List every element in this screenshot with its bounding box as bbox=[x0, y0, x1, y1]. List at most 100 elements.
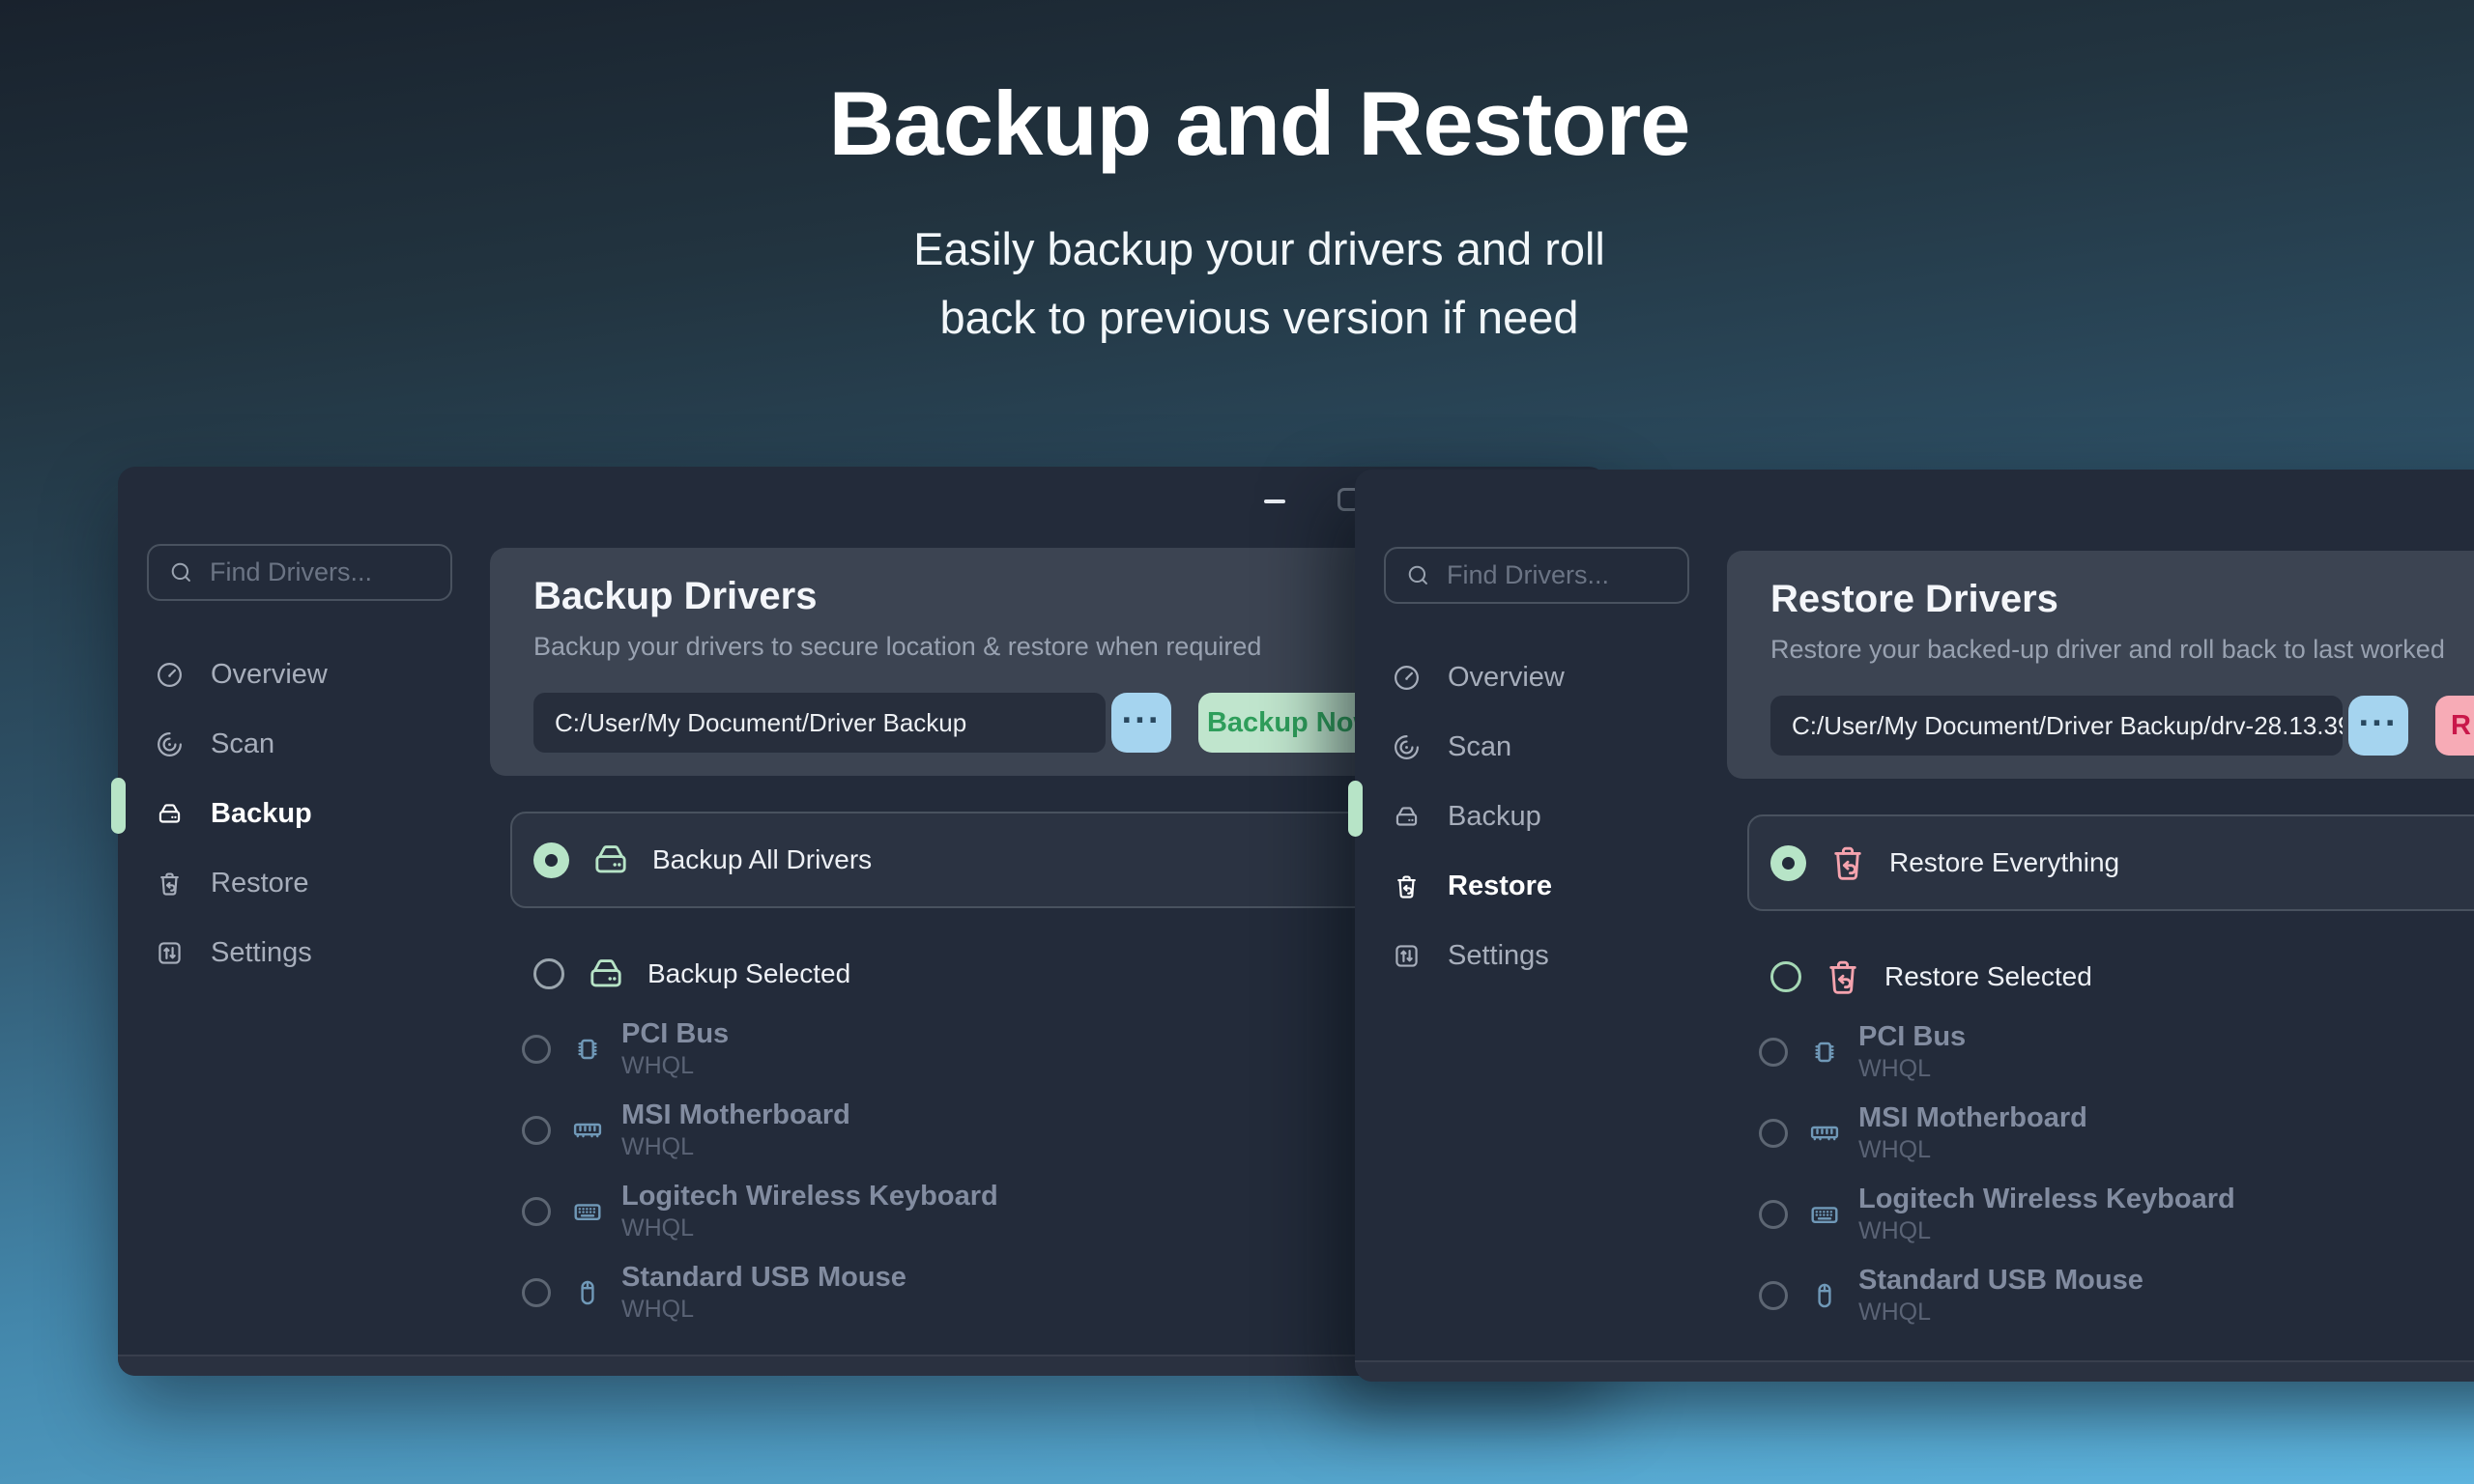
device-name: PCI Bus bbox=[621, 1018, 729, 1049]
restore-panel: Restore Drivers Restore your backed-up d… bbox=[1727, 551, 2474, 779]
sidebar-item-label: Scan bbox=[211, 728, 274, 760]
option-label: Restore Selected bbox=[1884, 961, 2092, 992]
device-cert: WHQL bbox=[621, 1214, 998, 1242]
sidebar-item-label: Overview bbox=[1448, 662, 1565, 694]
device-name: Logitech Wireless Keyboard bbox=[621, 1181, 998, 1212]
device-row-msi-motherboard[interactable]: MSI Motherboard WHQL bbox=[1747, 1093, 2474, 1174]
search-icon bbox=[168, 559, 194, 585]
sidebar-item-label: Scan bbox=[1448, 731, 1511, 763]
sidebar-item-label: Backup bbox=[211, 798, 312, 830]
option-label: Backup All Drivers bbox=[652, 844, 872, 875]
browse-button[interactable]: ··· bbox=[1111, 693, 1171, 753]
device-cert: WHQL bbox=[1858, 1217, 2235, 1245]
radio-unselected[interactable] bbox=[1759, 1038, 1788, 1067]
device-cert: WHQL bbox=[621, 1052, 729, 1080]
option-label: Restore Everything bbox=[1889, 847, 2119, 878]
radio-unselected[interactable] bbox=[522, 1116, 551, 1145]
sidebar-item-label: Settings bbox=[1448, 940, 1549, 972]
device-cert: WHQL bbox=[621, 1296, 906, 1324]
radio-unselected[interactable] bbox=[1759, 1119, 1788, 1148]
restore-now-button[interactable]: R bbox=[2435, 696, 2474, 756]
backup-path-field[interactable]: C:/User/My Document/Driver Backup bbox=[533, 693, 1106, 753]
sidebar-item-backup[interactable]: Backup bbox=[118, 779, 490, 848]
device-name: MSI Motherboard bbox=[1858, 1102, 2087, 1133]
drive-icon bbox=[1392, 802, 1422, 832]
gauge-icon bbox=[1392, 663, 1422, 693]
radio-unselected[interactable] bbox=[522, 1197, 551, 1226]
panel-description: Restore your backed-up driver and roll b… bbox=[1770, 635, 2474, 665]
sidebar-item-scan[interactable]: Scan bbox=[118, 709, 490, 779]
trash-restore-icon bbox=[1826, 841, 1870, 885]
radio-unselected[interactable] bbox=[522, 1035, 551, 1064]
drive-icon bbox=[589, 838, 633, 882]
radar-icon bbox=[1392, 732, 1422, 762]
sidebar-item-backup[interactable]: Backup bbox=[1355, 782, 1727, 851]
radio-selected[interactable] bbox=[1770, 845, 1806, 881]
page-background: Backup and Restore Easily backup your dr… bbox=[0, 0, 2474, 1484]
device-cert: WHQL bbox=[1858, 1136, 2087, 1164]
sidebar-item-restore[interactable]: Restore bbox=[118, 848, 490, 918]
device-name: PCI Bus bbox=[1858, 1021, 1966, 1052]
radio-selected[interactable] bbox=[533, 842, 569, 878]
trash-restore-icon bbox=[1392, 871, 1422, 901]
radio-unselected[interactable] bbox=[533, 958, 564, 989]
restore-path-field[interactable]: C:/User/My Document/Driver Backup/drv-28… bbox=[1770, 696, 2343, 756]
hero: Backup and Restore Easily backup your dr… bbox=[0, 71, 2474, 352]
sliders-icon bbox=[155, 938, 185, 968]
search-icon bbox=[1405, 562, 1431, 588]
option-label: Backup Selected bbox=[647, 958, 850, 989]
device-row-logitech-keyboard[interactable]: Logitech Wireless Keyboard WHQL bbox=[1747, 1174, 2474, 1255]
trash-restore-icon bbox=[155, 869, 185, 899]
gauge-icon bbox=[155, 660, 185, 690]
radio-unselected[interactable] bbox=[1759, 1281, 1788, 1310]
page-subtitle-line1: Easily backup your drivers and roll bbox=[0, 214, 2474, 283]
sliders-icon bbox=[1392, 941, 1422, 971]
ram-icon bbox=[570, 1113, 605, 1148]
search-box[interactable] bbox=[1384, 547, 1689, 604]
device-cert: WHQL bbox=[1858, 1298, 2143, 1327]
window-footer bbox=[1355, 1360, 2474, 1382]
mouse-icon bbox=[1807, 1278, 1842, 1313]
ram-icon bbox=[1807, 1116, 1842, 1151]
restore-window: Overview Scan Backup Restore Settings Re… bbox=[1355, 470, 2474, 1382]
chip-icon bbox=[570, 1032, 605, 1067]
sidebar-item-overview[interactable]: Overview bbox=[1355, 642, 1727, 712]
sidebar: Overview Scan Backup Restore Settings bbox=[118, 640, 490, 987]
page-subtitle-line2: back to previous version if need bbox=[0, 283, 2474, 352]
radio-unselected[interactable] bbox=[1770, 961, 1801, 992]
sidebar-item-label: Settings bbox=[211, 937, 312, 969]
device-row-usb-mouse[interactable]: Standard USB MouseWHQL bbox=[1747, 1255, 2474, 1336]
sidebar: Overview Scan Backup Restore Settings bbox=[1355, 642, 1727, 990]
trash-restore-icon bbox=[1821, 955, 1865, 999]
search-input[interactable] bbox=[1445, 559, 1657, 591]
sidebar-item-overview[interactable]: Overview bbox=[118, 640, 490, 709]
device-name: Standard USB Mouse bbox=[1858, 1265, 2143, 1296]
option-restore-selected[interactable]: Restore Selected bbox=[1747, 942, 2474, 1012]
sidebar-item-restore[interactable]: Restore bbox=[1355, 851, 1727, 921]
radio-unselected[interactable] bbox=[522, 1278, 551, 1307]
browse-button[interactable]: ··· bbox=[2348, 696, 2408, 756]
option-restore-everything[interactable]: Restore Everything bbox=[1747, 814, 2474, 911]
sidebar-item-label: Backup bbox=[1448, 801, 1541, 833]
sidebar-item-label: Restore bbox=[1448, 870, 1552, 902]
chip-icon bbox=[1807, 1035, 1842, 1070]
device-row-pci-bus[interactable]: PCI BusWHQL bbox=[1747, 1012, 2474, 1093]
drive-icon bbox=[584, 952, 628, 996]
minimize-button[interactable] bbox=[1264, 499, 1285, 503]
device-cert: WHQL bbox=[621, 1133, 850, 1161]
path-row: C:/User/My Document/Driver Backup ··· Ba… bbox=[533, 693, 1384, 753]
page-title: Backup and Restore bbox=[0, 71, 2474, 176]
restore-options-list: Restore Everything Restore Selected PCI … bbox=[1747, 814, 2474, 1336]
search-input[interactable] bbox=[208, 556, 420, 588]
keyboard-icon bbox=[570, 1194, 605, 1229]
radio-unselected[interactable] bbox=[1759, 1200, 1788, 1229]
drive-icon bbox=[155, 799, 185, 829]
sidebar-item-settings[interactable]: Settings bbox=[1355, 921, 1727, 990]
radar-icon bbox=[155, 729, 185, 759]
sidebar-item-settings[interactable]: Settings bbox=[118, 918, 490, 987]
sidebar-item-label: Overview bbox=[211, 659, 328, 691]
sidebar-item-scan[interactable]: Scan bbox=[1355, 712, 1727, 782]
device-name: Logitech Wireless Keyboard bbox=[1858, 1184, 2235, 1214]
search-box[interactable] bbox=[147, 544, 452, 601]
keyboard-icon bbox=[1807, 1197, 1842, 1232]
